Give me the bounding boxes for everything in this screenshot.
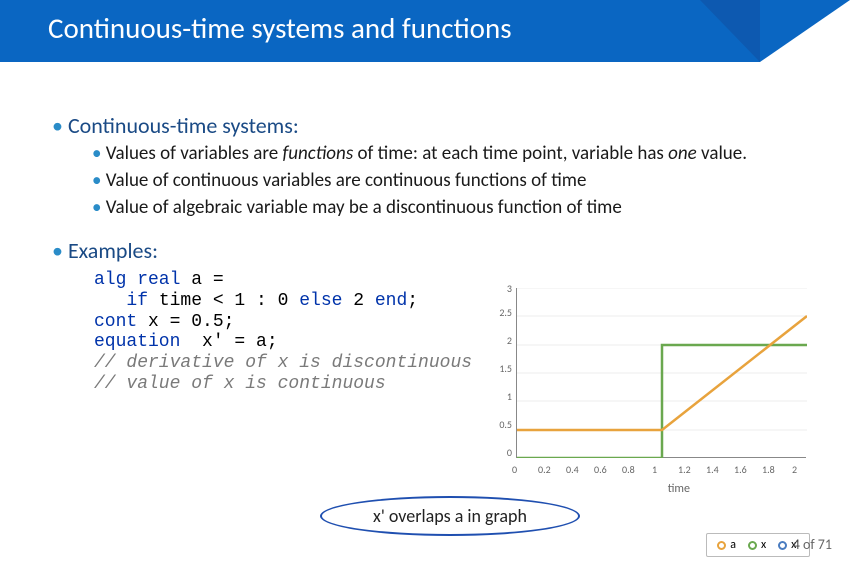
xtick: 0.4	[566, 463, 579, 476]
bullet-item: Values of variables are functions of tim…	[92, 143, 798, 166]
ytick: 0	[490, 446, 512, 459]
xtick: 1	[652, 463, 657, 476]
chart-svg	[517, 288, 807, 458]
code-text: x = 0.5;	[137, 312, 234, 332]
code-text: 2	[342, 291, 374, 311]
slide-title: Continuous-time systems and functions	[48, 10, 512, 46]
plot-area	[516, 288, 806, 458]
xtick: 0.8	[622, 463, 635, 476]
ytick: 2	[490, 334, 512, 347]
ytick: 2.5	[490, 306, 512, 319]
kw: else	[299, 291, 342, 311]
text: of time: at each time point, variable ha…	[353, 142, 668, 165]
xtick: 1.8	[762, 463, 775, 476]
kw: end	[375, 291, 407, 311]
xtick: 0.6	[594, 463, 607, 476]
code-text: time < 1 : 0	[148, 291, 299, 311]
x-axis-label: time	[668, 482, 690, 496]
kw: cont	[94, 312, 137, 332]
slide-header: Continuous-time systems and functions	[0, 0, 850, 62]
xtick: 1.4	[706, 463, 719, 476]
xtick: 1.2	[678, 463, 691, 476]
kw: alg	[94, 270, 126, 290]
text: value.	[697, 142, 747, 165]
text-em: one	[668, 142, 697, 165]
page-number: 4 of 71	[793, 536, 832, 553]
section-heading-2: Examples:	[52, 237, 798, 264]
chart: 3 2.5 2 1.5 1 0.5 0 0 0.2 0.4 0.6 0.8 1 …	[490, 282, 810, 502]
section-heading-1: Continuous-time systems:	[52, 112, 798, 139]
circle-icon	[778, 541, 787, 550]
page-total: 71	[818, 536, 832, 553]
callout-annotation: x' overlaps a in graph	[320, 496, 580, 536]
ytick: 1.5	[490, 362, 512, 375]
bullet-item: Value of continuous variables are contin…	[92, 170, 798, 193]
kw: equation	[94, 332, 180, 352]
header-accent-2	[760, 0, 850, 62]
kw: real	[126, 270, 180, 290]
ytick: 0.5	[490, 418, 512, 431]
text: Values of variables are	[106, 142, 283, 165]
kw: if	[94, 291, 148, 311]
code-text: ;	[407, 291, 418, 311]
text-em: functions	[282, 142, 353, 165]
code-text: x' = a;	[180, 332, 277, 352]
legend-item-x: x	[748, 538, 766, 552]
bullet-item: Value of algebraic variable may be a dis…	[92, 197, 798, 220]
legend-label: a	[730, 538, 736, 552]
ytick: 1	[490, 390, 512, 403]
page-sep: of	[800, 536, 818, 553]
page-current: 4	[793, 536, 800, 553]
xtick: 1.6	[734, 463, 747, 476]
header-accent	[700, 0, 760, 62]
legend-label: x	[761, 538, 766, 552]
ytick: 3	[490, 282, 512, 295]
xtick: 0	[512, 463, 517, 476]
legend-item-a: a	[717, 538, 736, 552]
circle-icon	[717, 541, 726, 550]
xtick: 2	[792, 463, 797, 476]
circle-icon	[748, 541, 757, 550]
xtick: 0.2	[538, 463, 551, 476]
code-text: a =	[180, 270, 223, 290]
